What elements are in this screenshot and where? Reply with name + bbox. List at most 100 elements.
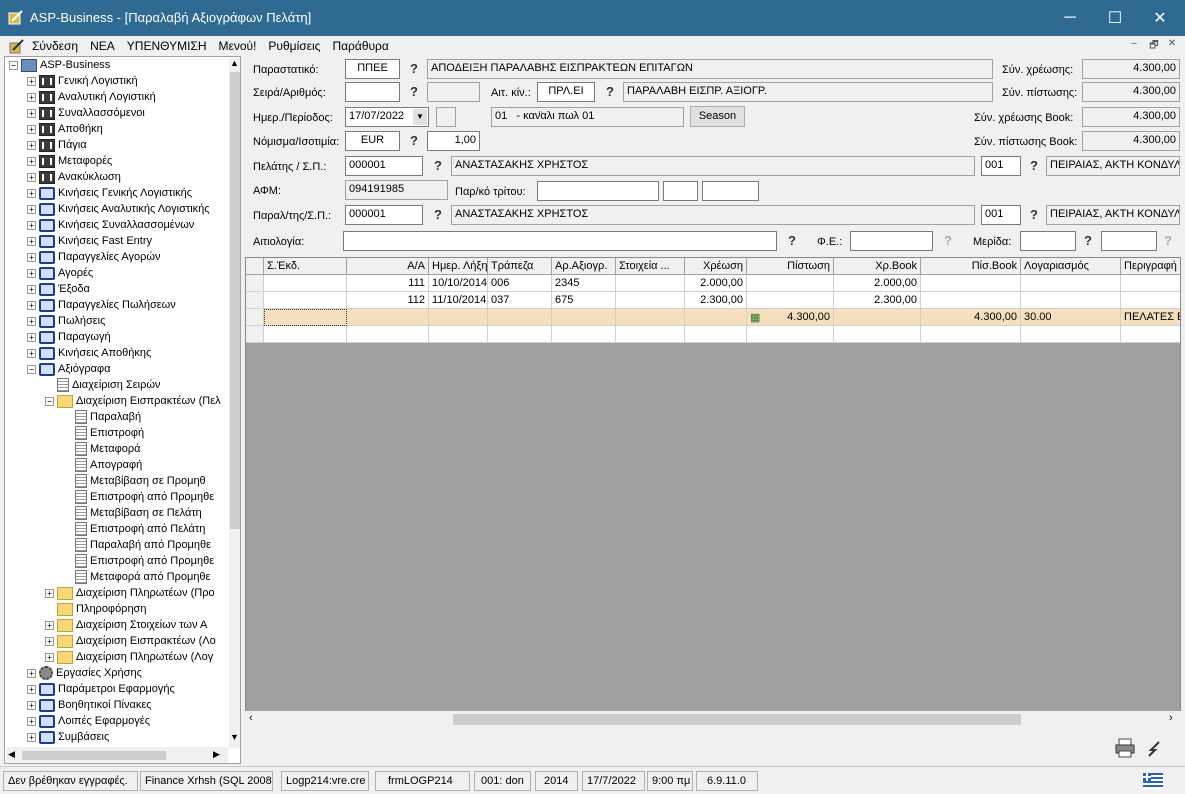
parkod-field-3[interactable]: [702, 181, 759, 201]
tree-item[interactable]: + Παραγγελίες Αγορών: [27, 249, 161, 265]
cell-trapeza[interactable]: [488, 309, 552, 326]
col-header-s-ekd[interactable]: Σ.Έκδ.: [264, 258, 347, 275]
tree-item[interactable]: Επιστροφή από Προμηθε: [63, 553, 214, 569]
cell-ar-axiogr[interactable]: 675: [552, 292, 616, 309]
expand-icon[interactable]: +: [27, 316, 36, 326]
cell-s-ekd[interactable]: [264, 326, 347, 343]
tree-item[interactable]: Απογραφή: [63, 457, 142, 473]
cell-imer-lixis[interactable]: 11/10/2014: [429, 292, 488, 309]
tree-scroll-thumb[interactable]: [230, 72, 240, 529]
paral-sp-lookup-icon[interactable]: ?: [1028, 207, 1040, 223]
menu-syndesi[interactable]: Σύνδεση: [26, 39, 84, 53]
cell-perigrafi[interactable]: [1121, 326, 1180, 343]
cell-aa[interactable]: [347, 326, 429, 343]
cell-trapeza[interactable]: 006: [488, 275, 552, 292]
fe-field[interactable]: [850, 231, 933, 251]
parkod-field-2[interactable]: [663, 181, 698, 201]
cell-perigrafi[interactable]: [1121, 292, 1180, 309]
undo-icon[interactable]: [1145, 738, 1163, 758]
expand-icon[interactable]: +: [27, 684, 36, 694]
cell-pistosi[interactable]: ▦ 4.300,00: [747, 309, 834, 326]
expand-icon[interactable]: +: [27, 300, 36, 310]
cell-xr-book[interactable]: 2.300,00: [834, 292, 921, 309]
tree-item[interactable]: + Διαχείριση Εισπρακτέων (Λο: [45, 633, 216, 649]
tree-item[interactable]: Διαχείριση Σειρών: [45, 377, 160, 393]
merida-field-2[interactable]: [1101, 231, 1157, 251]
cell-ar-axiogr[interactable]: 2345: [552, 275, 616, 292]
seira-field[interactable]: [345, 82, 400, 102]
expand-icon[interactable]: +: [45, 620, 54, 630]
col-header-aa[interactable]: Α/Α: [347, 258, 429, 275]
cell-pis-book[interactable]: 4.300,00: [921, 309, 1021, 326]
cell-stoixeia[interactable]: [616, 275, 685, 292]
dropdown-arrow-icon[interactable]: ▼: [413, 109, 427, 125]
tree-item[interactable]: + Κινήσεις Αποθήκης: [27, 345, 151, 361]
tree-item[interactable]: Μεταφορά: [63, 441, 140, 457]
expand-icon[interactable]: +: [45, 588, 54, 598]
tree-item[interactable]: + Πάγια: [27, 137, 87, 153]
expand-icon[interactable]: +: [27, 108, 36, 118]
cell-xr-book[interactable]: [834, 309, 921, 326]
expand-icon[interactable]: +: [27, 92, 36, 102]
cell-pistosi[interactable]: [747, 292, 834, 309]
print-icon[interactable]: [1114, 738, 1136, 758]
grid-scroll-right-icon[interactable]: ›: [1169, 712, 1173, 724]
menu-parathyra[interactable]: Παράθυρα: [326, 39, 394, 53]
menu-app-icon[interactable]: [8, 38, 26, 54]
nomisma-field[interactable]: EUR: [345, 131, 400, 151]
seira-lookup-icon[interactable]: ?: [408, 84, 420, 100]
cell-pis-book[interactable]: [921, 326, 1021, 343]
tree-item[interactable]: Πληροφόρηση: [45, 601, 146, 617]
tree-item[interactable]: Παραλαβή: [63, 409, 141, 425]
cell-xr-book[interactable]: 2.000,00: [834, 275, 921, 292]
expand-icon[interactable]: +: [27, 732, 36, 742]
expand-icon[interactable]: +: [27, 700, 36, 710]
table-row[interactable]: [246, 326, 1180, 343]
tree-item[interactable]: + Αναλυτική Λογιστική: [27, 89, 156, 105]
cell-s-ekd[interactable]: [264, 309, 347, 326]
menu-menou[interactable]: Μενού!: [213, 39, 263, 53]
cell-pis-book[interactable]: [921, 275, 1021, 292]
expand-icon[interactable]: +: [27, 140, 36, 150]
mdi-restore-button[interactable]: 🗗: [1146, 38, 1162, 52]
cell-stoixeia[interactable]: [616, 309, 685, 326]
tree-item[interactable]: + Διαχείριση Πληρωτέων (Προ: [45, 585, 215, 601]
cell-trapeza[interactable]: [488, 326, 552, 343]
tree-item[interactable]: − Αξιόγραφα: [27, 361, 110, 377]
tree-hscroll-thumb[interactable]: [22, 751, 166, 760]
cell-perigrafi[interactable]: ΠΕΛΑΤΕΣ ΕΣΩΤΕ...: [1121, 309, 1180, 326]
aitiologia-field[interactable]: [343, 231, 777, 251]
cell-xreosi[interactable]: 2.300,00: [685, 292, 747, 309]
aitkin-field[interactable]: ΠΡΛ.ΕΙ: [537, 82, 595, 102]
tree-item[interactable]: Παραλαβή από Προμηθε: [63, 537, 211, 553]
cell-xreosi[interactable]: [685, 309, 747, 326]
fe-lookup-icon[interactable]: ?: [942, 233, 954, 249]
isotimia-field[interactable]: 1,00: [427, 131, 480, 151]
col-header-perigrafi[interactable]: Περιγραφή: [1121, 258, 1180, 275]
pelatis-lookup-icon[interactable]: ?: [432, 158, 444, 174]
season-button[interactable]: Season: [690, 106, 745, 127]
tree-item[interactable]: + Κινήσεις Συναλλασσομένων: [27, 217, 194, 233]
table-row[interactable]: 111 10/10/2014 006 2345 2.000,00 2.000,00: [246, 275, 1180, 292]
row-selector[interactable]: [246, 275, 264, 292]
expand-icon[interactable]: +: [27, 252, 36, 262]
expand-icon[interactable]: +: [27, 220, 36, 230]
tree-item[interactable]: + Γενική Λογιστική: [27, 73, 138, 89]
cell-stoixeia[interactable]: [616, 292, 685, 309]
paral-lookup-icon[interactable]: ?: [432, 207, 444, 223]
tree-item[interactable]: + Βοηθητικοί Πίνακες: [27, 697, 152, 713]
minimize-button[interactable]: ─: [1047, 0, 1093, 36]
menu-rythmiseis[interactable]: Ρυθμίσεις: [262, 39, 326, 53]
tree-item[interactable]: + Λοιπές Εφαρμογές: [27, 713, 150, 729]
merida-field[interactable]: [1020, 231, 1076, 251]
expand-icon[interactable]: +: [27, 332, 36, 342]
maximize-button[interactable]: ☐: [1092, 0, 1138, 36]
cell-xr-book[interactable]: [834, 326, 921, 343]
close-button[interactable]: ✕: [1137, 0, 1183, 36]
col-header-pistosi[interactable]: Πίστωση: [747, 258, 834, 275]
tree-item[interactable]: + Διαχείριση Στοιχείων των Α: [45, 617, 207, 633]
tree-item[interactable]: + Συναλλασσόμενοι: [27, 105, 145, 121]
col-header-ar-axiogr[interactable]: Αρ.Αξιογρ.: [552, 258, 616, 275]
col-header-pis-book[interactable]: Πίσ.Book: [921, 258, 1021, 275]
col-header-imer-lixis[interactable]: Ημερ. Λήξης: [429, 258, 488, 275]
